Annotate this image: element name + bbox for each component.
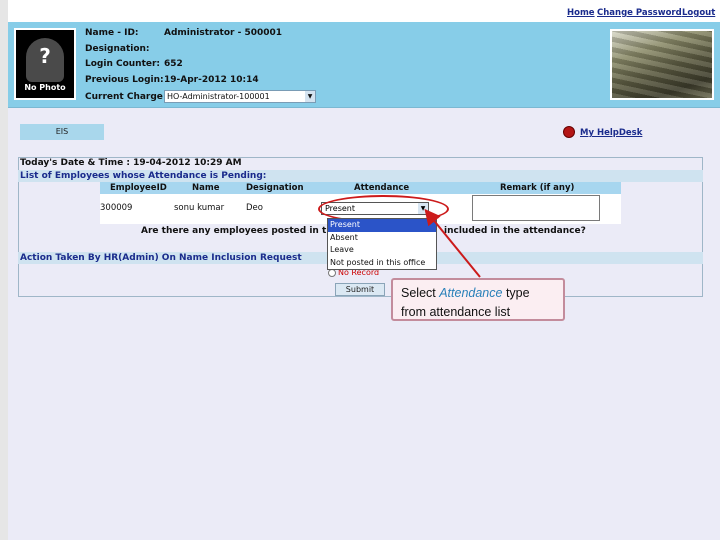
eis-tab[interactable]: EIS [20, 124, 104, 140]
callout-prefix: Select [401, 286, 440, 300]
callout-suffix: type [502, 286, 530, 300]
previous-login-label: Previous Login: [85, 75, 164, 85]
user-header: ? No Photo Name - ID: Administrator - 50… [8, 22, 720, 108]
home-link[interactable]: Home [567, 8, 595, 18]
option-absent[interactable]: Absent [328, 232, 436, 245]
instruction-callout: Select Attendance type from attendance l… [391, 278, 565, 321]
inclusion-question-start: Are there any employees posted in this [141, 226, 342, 236]
attendance-dropdown-list: Present Absent Leave Not posted in this … [327, 218, 437, 270]
name-id-label: Name - ID: [85, 28, 139, 38]
warehouse-sacks-image [610, 29, 714, 100]
logout-link[interactable]: Logout [682, 8, 715, 18]
employee-name-cell: sonu kumar [174, 203, 225, 213]
page: Home Change Password Logout ? No Photo N… [8, 0, 720, 540]
col-remark: Remark (if any) [500, 183, 575, 193]
question-mark-icon: ? [39, 44, 51, 68]
change-password-link[interactable]: Change Password [597, 8, 682, 18]
name-id-value: Administrator - 500001 [164, 28, 283, 38]
top-nav: Home Change Password Logout [8, 0, 720, 22]
designation-label: Designation: [85, 44, 150, 54]
login-counter-label: Login Counter: [85, 59, 161, 69]
chevron-down-icon: ▼ [305, 91, 315, 102]
col-attendance: Attendance [354, 183, 410, 193]
col-designation: Designation [246, 183, 304, 193]
col-name: Name [192, 183, 220, 193]
employee-id-cell: 300009 [100, 203, 133, 213]
current-charge-select[interactable]: HO-Administrator-100001 ▼ [164, 90, 316, 103]
remark-input[interactable] [472, 195, 600, 221]
current-charge-label: Current Charge [85, 92, 163, 102]
option-present[interactable]: Present [328, 219, 436, 232]
designation-cell: Deo [246, 203, 263, 213]
callout-highlight: Attendance [439, 286, 503, 300]
previous-login-value: 19-Apr-2012 10:14 [164, 75, 259, 85]
no-photo-label: No Photo [24, 83, 66, 92]
current-charge-value: HO-Administrator-100001 [167, 92, 270, 101]
option-leave[interactable]: Leave [328, 244, 436, 257]
callout-line2: from attendance list [401, 305, 511, 319]
no-photo-avatar: ? No Photo [14, 28, 76, 100]
helpdesk-icon[interactable] [563, 126, 575, 138]
table-header: EmployeeID Name Designation Attendance R… [100, 182, 621, 194]
option-not-posted[interactable]: Not posted in this office [328, 257, 436, 270]
my-helpdesk-link[interactable]: My HelpDesk [580, 128, 642, 138]
inclusion-question-end: included in the attendance? [444, 226, 586, 236]
pending-attendance-heading: List of Employees whose Attendance is Pe… [18, 170, 703, 182]
login-counter-value: 652 [164, 59, 183, 69]
current-datetime: Today's Date & Time : 19-04-2012 10:29 A… [20, 158, 242, 168]
submit-button[interactable]: Submit [335, 283, 385, 296]
col-employee-id: EmployeeID [110, 183, 167, 193]
